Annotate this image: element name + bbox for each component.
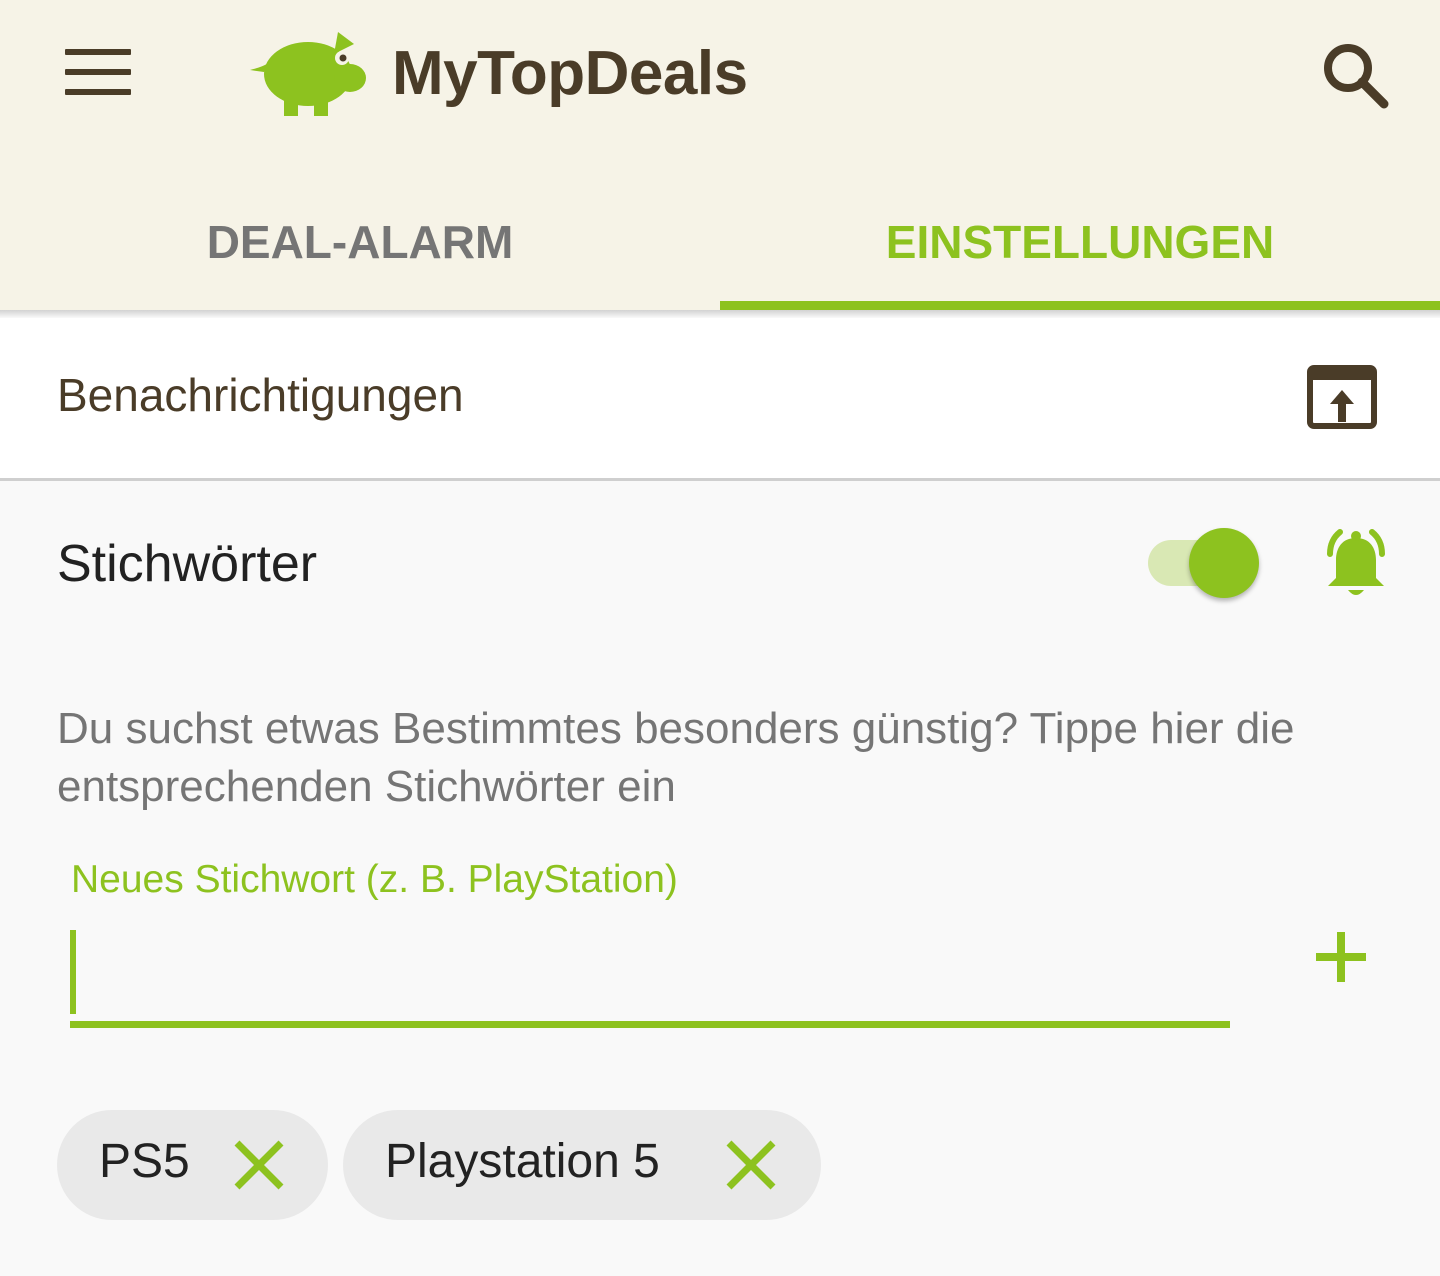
- app-title: MyTopDeals: [392, 39, 748, 108]
- search-icon[interactable]: [1316, 36, 1396, 116]
- keywords-title: Stichwörter: [57, 535, 318, 593]
- tab-deal-alarm[interactable]: DEAL-ALARM: [0, 210, 720, 280]
- text-cursor: [70, 930, 76, 1014]
- keyword-input-label: Neues Stichwort (z. B. PlayStation): [71, 858, 678, 901]
- active-tab-indicator: [720, 301, 1440, 310]
- keyword-input-underline: [70, 1021, 1230, 1028]
- keyword-chip-label: Playstation 5: [385, 1135, 660, 1188]
- open-in-browser-icon[interactable]: [1306, 364, 1378, 430]
- notifications-label: Benachrichtigungen: [57, 369, 464, 421]
- keyword-chip: Playstation 5: [343, 1110, 821, 1220]
- keyword-input[interactable]: [71, 924, 1229, 1016]
- plus-icon[interactable]: [1308, 924, 1374, 990]
- keywords-toggle[interactable]: [1146, 524, 1266, 604]
- close-icon[interactable]: [231, 1137, 287, 1193]
- menu-button[interactable]: [52, 32, 144, 112]
- keyword-chip: PS5: [57, 1110, 328, 1220]
- section-divider: [0, 478, 1440, 481]
- hamburger-menu-icon-line: [65, 69, 131, 75]
- keywords-description: Du suchst etwas Bestimmtes besonders gün…: [57, 704, 1295, 811]
- piggy-bank-icon: [250, 32, 366, 116]
- bell-ringing-icon[interactable]: [1316, 528, 1396, 604]
- hamburger-menu-icon-line: [65, 89, 131, 95]
- toggle-thumb: [1189, 528, 1259, 598]
- tab-einstellungen[interactable]: EINSTELLUNGEN: [720, 210, 1440, 280]
- close-icon[interactable]: [723, 1137, 779, 1193]
- keyword-chip-label: PS5: [99, 1135, 190, 1188]
- hamburger-menu-icon: [65, 49, 131, 55]
- tab-bar-shadow: [0, 310, 1440, 318]
- app-bar: MyTopDeals DEAL-ALARM EINSTELLUNGEN: [0, 0, 1440, 310]
- notifications-row[interactable]: Benachrichtigungen: [0, 318, 1440, 478]
